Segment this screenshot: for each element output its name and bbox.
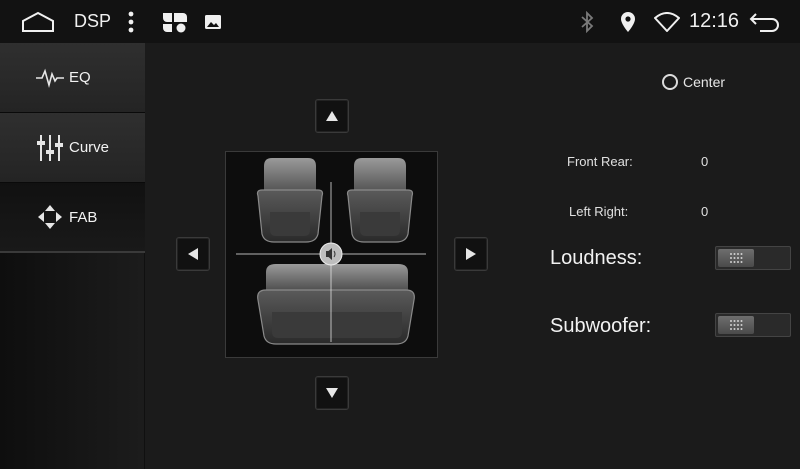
bluetooth-icon xyxy=(580,0,602,43)
sidebar-item-label: FAB xyxy=(69,208,98,226)
gallery-icon[interactable] xyxy=(204,0,224,43)
balance-right-button[interactable] xyxy=(454,237,488,271)
front-right-seat xyxy=(346,158,414,243)
apps-icon[interactable] xyxy=(160,0,192,43)
front-rear-label: Front Rear: xyxy=(567,154,633,169)
back-icon[interactable] xyxy=(748,0,784,43)
home-icon[interactable] xyxy=(20,0,60,43)
center-label: Center xyxy=(683,74,726,90)
grip-icon xyxy=(730,253,743,263)
toggle-knob[interactable] xyxy=(718,249,754,267)
speaker-icon[interactable] xyxy=(319,242,343,266)
arrow-right-icon xyxy=(466,248,476,260)
loudness-label: Loudness: xyxy=(550,247,643,269)
status-bar: DSP 12:16 xyxy=(0,0,800,43)
eq-wave-icon xyxy=(33,61,67,95)
sliders-icon xyxy=(33,131,67,165)
arrow-up-icon xyxy=(326,111,338,121)
seat-balance-panel[interactable] xyxy=(225,151,438,358)
fader-up-button[interactable] xyxy=(315,99,349,133)
arrow-left-icon xyxy=(188,248,198,260)
subwoofer-label: Subwoofer: xyxy=(550,315,652,337)
left-right-value: 0 xyxy=(701,204,709,219)
fader-arrows-icon xyxy=(33,200,67,234)
center-radio[interactable]: Center xyxy=(662,74,725,90)
app-title: DSP xyxy=(74,11,112,31)
wifi-icon xyxy=(654,0,682,43)
rear-bench-seat xyxy=(257,264,415,345)
sidebar-item-eq[interactable]: EQ xyxy=(0,43,145,113)
front-rear-value: 0 xyxy=(701,154,709,169)
sidebar: EQ Curve FAB xyxy=(0,43,145,469)
radio-circle-icon[interactable] xyxy=(662,74,678,90)
balance-left-button[interactable] xyxy=(176,237,210,271)
sidebar-item-curve[interactable]: Curve xyxy=(0,113,145,183)
clock: 12:16 xyxy=(689,10,740,32)
sidebar-item-label: EQ xyxy=(69,69,91,86)
front-left-seat xyxy=(256,158,324,243)
fader-down-button[interactable] xyxy=(315,376,349,410)
left-right-label: Left Right: xyxy=(569,204,629,219)
more-vert-icon[interactable] xyxy=(124,0,138,43)
sidebar-item-label: Curve xyxy=(69,139,110,156)
sidebar-item-fab[interactable]: FAB xyxy=(0,183,145,253)
grip-icon xyxy=(730,320,743,330)
toggle-knob[interactable] xyxy=(718,316,754,334)
arrow-down-icon xyxy=(326,388,338,398)
loudness-toggle[interactable] xyxy=(715,246,791,270)
location-icon xyxy=(620,0,640,43)
subwoofer-toggle[interactable] xyxy=(715,313,791,337)
